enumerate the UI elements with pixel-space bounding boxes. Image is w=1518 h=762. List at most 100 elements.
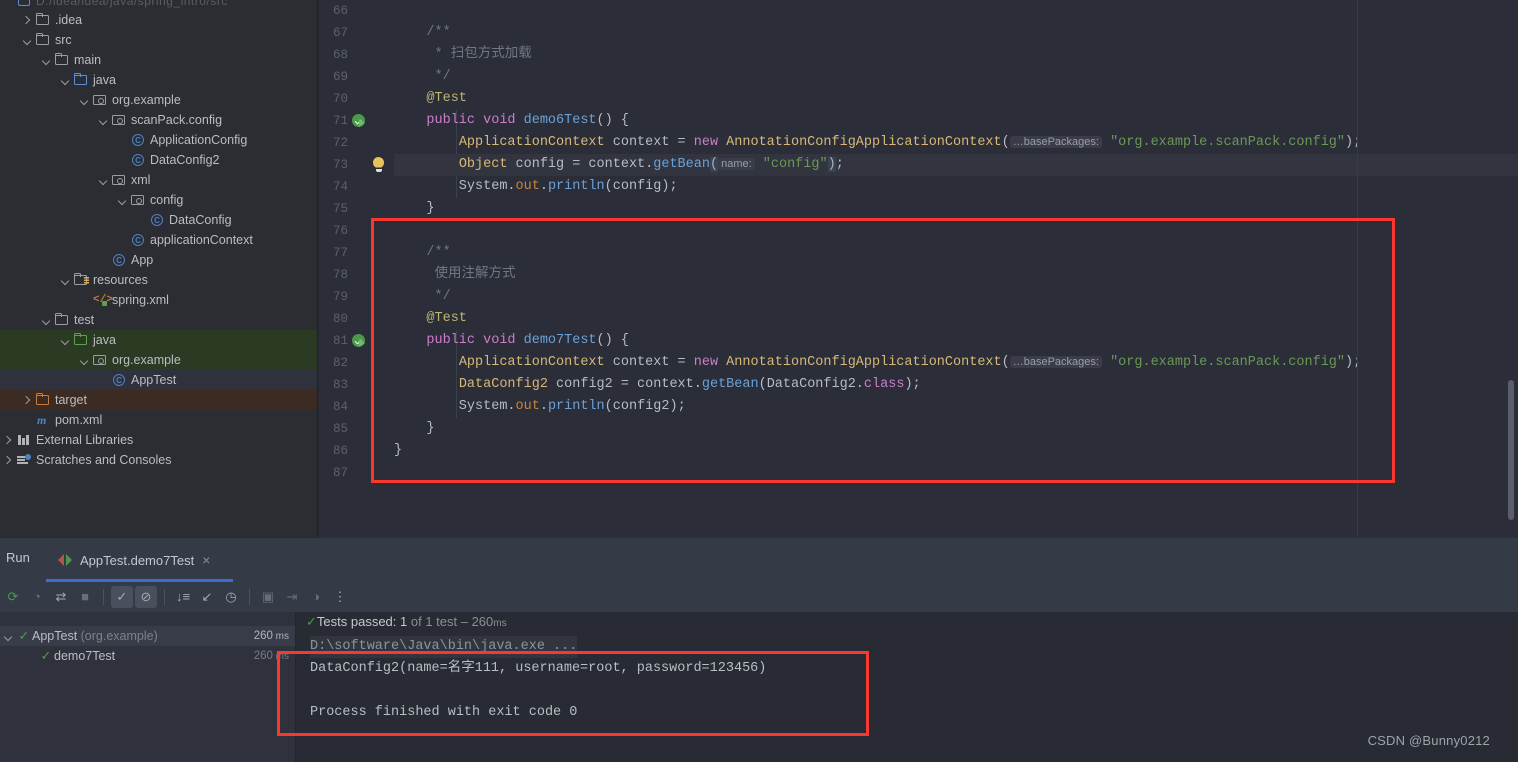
chevron-down-icon[interactable] — [40, 54, 53, 67]
tree-item-applicationcontext[interactable]: applicationContext — [0, 230, 317, 250]
code-line[interactable]: System.out.println(config2); — [394, 396, 1518, 418]
tree-item-dataconfig2[interactable]: DataConfig2 — [0, 150, 317, 170]
chevron-down-icon[interactable] — [78, 94, 91, 107]
chevron-right-icon[interactable] — [21, 394, 34, 407]
screenshot-button[interactable]: ▣ — [257, 586, 279, 608]
code-line[interactable]: System.out.println(config); — [394, 176, 1518, 198]
editor-scrollbar-thumb[interactable] — [1508, 380, 1514, 520]
test-results-tree[interactable]: ✓ AppTest (org.example) 260 ms ✓ demo7Test 26… — [0, 612, 296, 762]
library-icon — [16, 432, 32, 448]
code-line[interactable]: /** — [394, 22, 1518, 44]
tree-item-xml[interactable]: xml — [0, 170, 317, 190]
more-options-button[interactable]: ⋮ — [329, 586, 351, 608]
rerun-failed-button[interactable]: ◔ — [26, 586, 48, 608]
code-line[interactable]: /** — [394, 242, 1518, 264]
code-line[interactable] — [394, 220, 1518, 242]
tree-item-config[interactable]: config — [0, 190, 317, 210]
project-tool-window[interactable]: D:/idea/idea/java/spring_intro/src .idea… — [0, 0, 318, 538]
tree-item-app[interactable]: App — [0, 250, 317, 270]
code-line[interactable]: } — [394, 440, 1518, 462]
stop-button[interactable]: ■ — [74, 586, 96, 608]
test-result-row[interactable]: ✓ AppTest (org.example) 260 ms — [0, 626, 295, 646]
tree-item-test[interactable]: test — [0, 310, 317, 330]
tree-item-dataconfig[interactable]: DataConfig — [0, 210, 317, 230]
tree-item-scanpack-config[interactable]: scanPack.config — [0, 110, 317, 130]
editor-gutter[interactable]: 66 67 68 69 70 71 72 73 74 75 76 77 78 79 80 81 82 83 84 85… — [319, 0, 394, 538]
intention-bulb-icon[interactable] — [371, 156, 389, 174]
chevron-down-icon[interactable] — [2, 630, 15, 643]
chevron-right-icon[interactable] — [2, 434, 15, 447]
status-prefix: Tests passed: — [316, 614, 401, 629]
rerun-button[interactable]: ⟳ — [2, 586, 24, 608]
code-line[interactable]: 使用注解方式 — [394, 264, 1518, 286]
tree-item-scratches-and-consoles[interactable]: Scratches and Consoles — [0, 450, 317, 470]
test-history-button[interactable]: ◷ — [220, 586, 242, 608]
show-passed-button[interactable]: ✓ — [111, 586, 133, 608]
tree-item-org-example[interactable]: org.example — [0, 90, 317, 110]
profiler-button[interactable]: ◑ — [305, 586, 327, 608]
project-root-path: D:/idea/idea/java/spring_intro/src — [36, 0, 228, 8]
chevron-down-icon[interactable] — [59, 74, 72, 87]
chevron-right-icon[interactable] — [2, 454, 15, 467]
test-package-label: (org.example) — [77, 629, 158, 643]
code-line[interactable]: public void demo6Test() { — [394, 110, 1518, 132]
close-icon[interactable]: × — [202, 552, 210, 568]
tree-item-main[interactable]: main — [0, 50, 317, 70]
test-result-row[interactable]: ✓ demo7Test 260 ms — [0, 646, 295, 666]
run-test-success-gutter-icon[interactable] — [352, 332, 370, 350]
toggle-auto-test-button[interactable]: ⇄ — [50, 586, 72, 608]
tree-item-pom-xml[interactable]: m pom.xml — [0, 410, 317, 430]
chevron-down-icon[interactable] — [116, 194, 129, 207]
tree-item-target[interactable]: target — [0, 390, 317, 410]
chevron-down-icon[interactable] — [97, 174, 110, 187]
editor-code-area[interactable]: /** * 扫包方式加载 */ @Test public void demo6T… — [394, 0, 1518, 538]
code-line[interactable] — [394, 462, 1518, 484]
chevron-down-icon[interactable] — [59, 274, 72, 287]
tree-item-apptest[interactable]: AppTest — [0, 370, 317, 390]
code-token: class — [863, 377, 905, 392]
code-line[interactable]: DataConfig2 config2 = context.getBean(Da… — [394, 374, 1518, 396]
tab-apptest-demo7test[interactable]: AppTest.demo7Test × — [48, 538, 220, 582]
code-line[interactable]: } — [394, 198, 1518, 220]
code-line[interactable]: @Test — [394, 308, 1518, 330]
tree-item-java[interactable]: java — [0, 70, 317, 90]
tree-item-org-example[interactable]: org.example — [0, 350, 317, 370]
code-line[interactable]: */ — [394, 286, 1518, 308]
run-toolbar[interactable]: ⟳ ◔ ⇄ ■ ✓ ⊘ ↓≡ ↙ ◷ ▣ ⇥ ◑ ⋮ — [0, 582, 1518, 612]
show-ignored-button[interactable]: ⊘ — [135, 586, 157, 608]
tree-item--idea[interactable]: .idea — [0, 10, 317, 30]
code-line[interactable]: */ — [394, 66, 1518, 88]
chevron-down-icon[interactable] — [78, 354, 91, 367]
tree-item-resources[interactable]: resources — [0, 270, 317, 290]
console-output[interactable]: ✓Tests passed: 1 of 1 test – 260ms D:\so… — [296, 612, 1518, 762]
run-tool-window[interactable]: Run AppTest.demo7Test × ⟳ ◔ ⇄ ■ ✓ ⊘ ↓≡ ↙ ◷ ▣ ⇥ ◑ ⋮ ✓… — [0, 538, 1518, 762]
tree-item-spring-xml[interactable]: </> spring.xml — [0, 290, 317, 310]
package-icon — [111, 172, 127, 188]
folder-blue-icon — [73, 72, 89, 88]
chevron-right-icon[interactable] — [21, 14, 34, 27]
code-line[interactable] — [394, 0, 1518, 22]
chevron-down-icon[interactable] — [59, 334, 72, 347]
code-line[interactable]: @Test — [394, 88, 1518, 110]
chevron-down-icon[interactable] — [21, 34, 34, 47]
tree-item-external-libraries[interactable]: External Libraries — [0, 430, 317, 450]
code-line[interactable]: ApplicationContext context = new Annotat… — [394, 352, 1518, 374]
code-line[interactable]: ApplicationContext context = new Annotat… — [394, 132, 1518, 154]
export-button[interactable]: ⇥ — [281, 586, 303, 608]
tree-item-src[interactable]: src — [0, 30, 317, 50]
sort-by-duration-button[interactable]: ↓≡ — [172, 586, 194, 608]
code-line[interactable]: public void demo7Test() { — [394, 330, 1518, 352]
run-test-success-gutter-icon[interactable] — [352, 112, 370, 130]
tree-item-java[interactable]: java — [0, 330, 317, 350]
code-token: Object — [458, 157, 508, 172]
expand-collapse-button[interactable]: ↙ — [196, 586, 218, 608]
tree-item-applicationconfig[interactable]: ApplicationConfig — [0, 130, 317, 150]
code-line[interactable]: * 扫包方式加载 — [394, 44, 1518, 66]
chevron-down-icon[interactable] — [97, 114, 110, 127]
code-editor[interactable]: 66 67 68 69 70 71 72 73 74 75 76 77 78 79 80 81 82 83 84 85… — [319, 0, 1518, 538]
chevron-down-icon[interactable] — [40, 314, 53, 327]
code-line[interactable]: Object config = context.getBean(name: "c… — [394, 154, 1518, 176]
project-root-row-truncated[interactable]: D:/idea/idea/java/spring_intro/src — [0, 0, 317, 8]
code-line[interactable]: } — [394, 418, 1518, 440]
code-token: AnnotationConfigApplicationContext — [726, 135, 1002, 150]
